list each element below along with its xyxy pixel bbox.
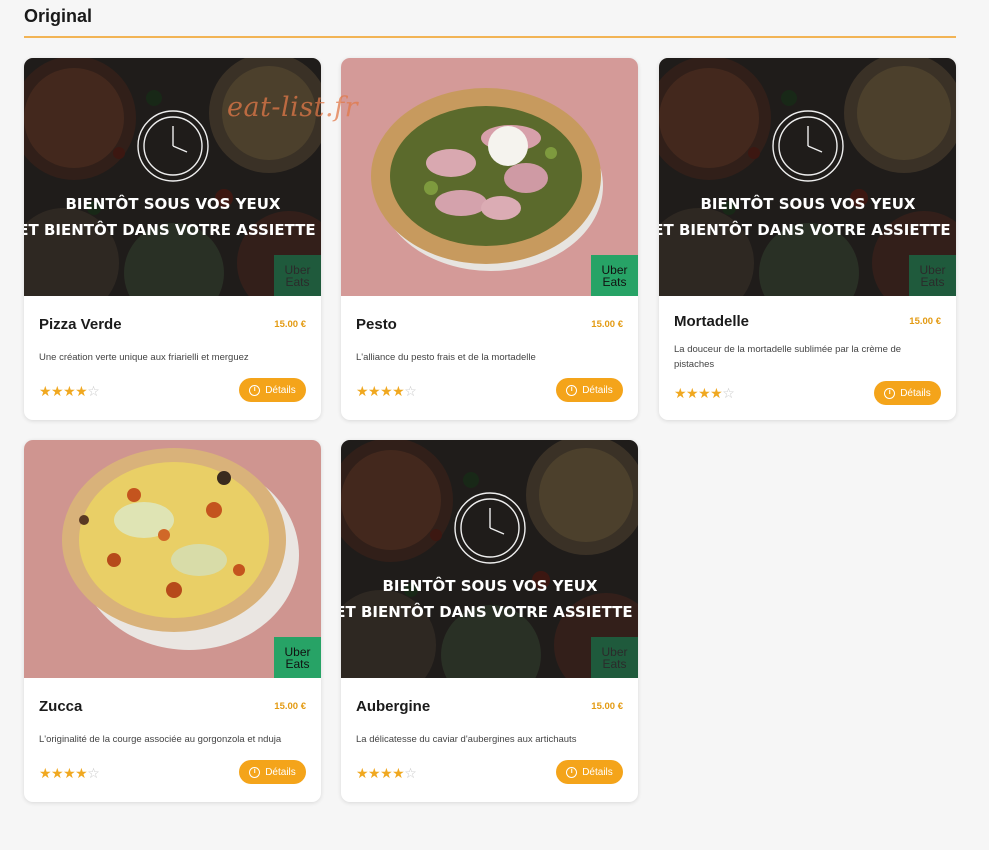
product-price: 15.00 € [274,701,306,712]
product-image-coming-soon: BIENTÔT SOUS VOS YEUX ET BIENTÔT DANS VO… [659,58,956,296]
uber-eats-badge[interactable]: Uber Eats [274,637,321,678]
product-image-zucca-pizza: Uber Eats [24,440,321,678]
product-name: Pizza Verde [39,316,122,333]
uber-eats-badge[interactable]: Uber Eats [591,637,638,678]
product-price: 15.00 € [909,316,941,327]
star-icon: ★★★★ [39,383,88,399]
coming-soon-line2: ET BIENTÔT DANS VOTRE ASSIETTE ! [659,220,956,239]
product-description: L'alliance du pesto frais et de la morta… [356,352,536,363]
rating-stars: ★★★★☆ [39,765,100,782]
product-card-mortadelle: BIENTÔT SOUS VOS YEUX ET BIENTÔT DANS VO… [659,58,956,420]
product-card-aubergine: BIENTÔT SOUS VOS YEUX ET BIENTÔT DANS VO… [341,440,638,802]
product-name: Zucca [39,698,83,715]
product-image-pesto-pizza: Uber Eats [341,58,638,296]
star-icon: ★★★★ [39,765,88,781]
details-button[interactable]: i Détails [556,378,623,402]
product-description: L'originalité de la courge associée au g… [39,734,282,745]
star-empty-icon: ☆ [722,385,735,401]
product-price: 15.00 € [591,701,623,712]
details-button[interactable]: i Détails [556,760,623,784]
info-icon: i [249,384,261,396]
product-name: Mortadelle [674,313,750,330]
details-button[interactable]: i Détails [239,378,306,402]
coming-soon-line1: BIENTÔT SOUS VOS YEUX [66,194,281,213]
product-card-zucca: Uber Eats Zucca 15.00 € L'originalité de … [24,440,321,802]
star-empty-icon: ☆ [404,383,417,399]
star-icon: ★★★★ [356,765,405,781]
info-icon: i [566,766,578,778]
rating-stars: ★★★★☆ [356,383,417,400]
star-empty-icon: ☆ [87,383,100,399]
coming-soon-line2: ET BIENTÔT DANS VOTRE ASSIETTE ! [24,220,321,239]
section-title: Original [24,6,93,26]
details-button[interactable]: i Détails [239,760,306,784]
uber-eats-badge[interactable]: Uber Eats [909,255,956,296]
product-price: 15.00 € [591,319,623,330]
uber-eats-badge[interactable]: Uber Eats [591,255,638,296]
uber-eats-badge[interactable]: Uber Eats [274,255,321,296]
product-card-pesto: Uber Eats Pesto 15.00 € L'alliance du pes… [341,58,638,420]
product-description: Une création verte unique aux friarielli… [39,352,249,363]
info-icon: i [249,766,261,778]
coming-soon-line1: BIENTÔT SOUS VOS YEUX [701,194,916,213]
product-name: Pesto [356,316,397,333]
product-image-coming-soon: BIENTÔT SOUS VOS YEUX ET BIENTÔT DANS VO… [341,440,638,678]
info-icon: i [566,384,578,396]
product-description: La délicatesse du caviar d'aubergines au… [356,734,577,745]
star-icon: ★★★★ [674,385,723,401]
star-empty-icon: ☆ [87,765,100,781]
product-price: 15.00 € [274,319,306,330]
section-divider [24,36,956,38]
product-description: La douceur de la mortadelle sublimée par… [674,344,902,370]
watermark: eat-list.fr [227,92,359,123]
details-button[interactable]: i Détails [874,381,941,405]
star-empty-icon: ☆ [404,765,417,781]
rating-stars: ★★★★☆ [39,383,100,400]
star-icon: ★★★★ [356,383,405,399]
coming-soon-line1: BIENTÔT SOUS VOS YEUX [383,576,598,595]
rating-stars: ★★★★☆ [356,765,417,782]
coming-soon-line2: ET BIENTÔT DANS VOTRE ASSIETTE ! [341,602,638,621]
product-name: Aubergine [356,698,431,715]
rating-stars: ★★★★☆ [674,385,735,402]
info-icon: i [884,387,896,399]
